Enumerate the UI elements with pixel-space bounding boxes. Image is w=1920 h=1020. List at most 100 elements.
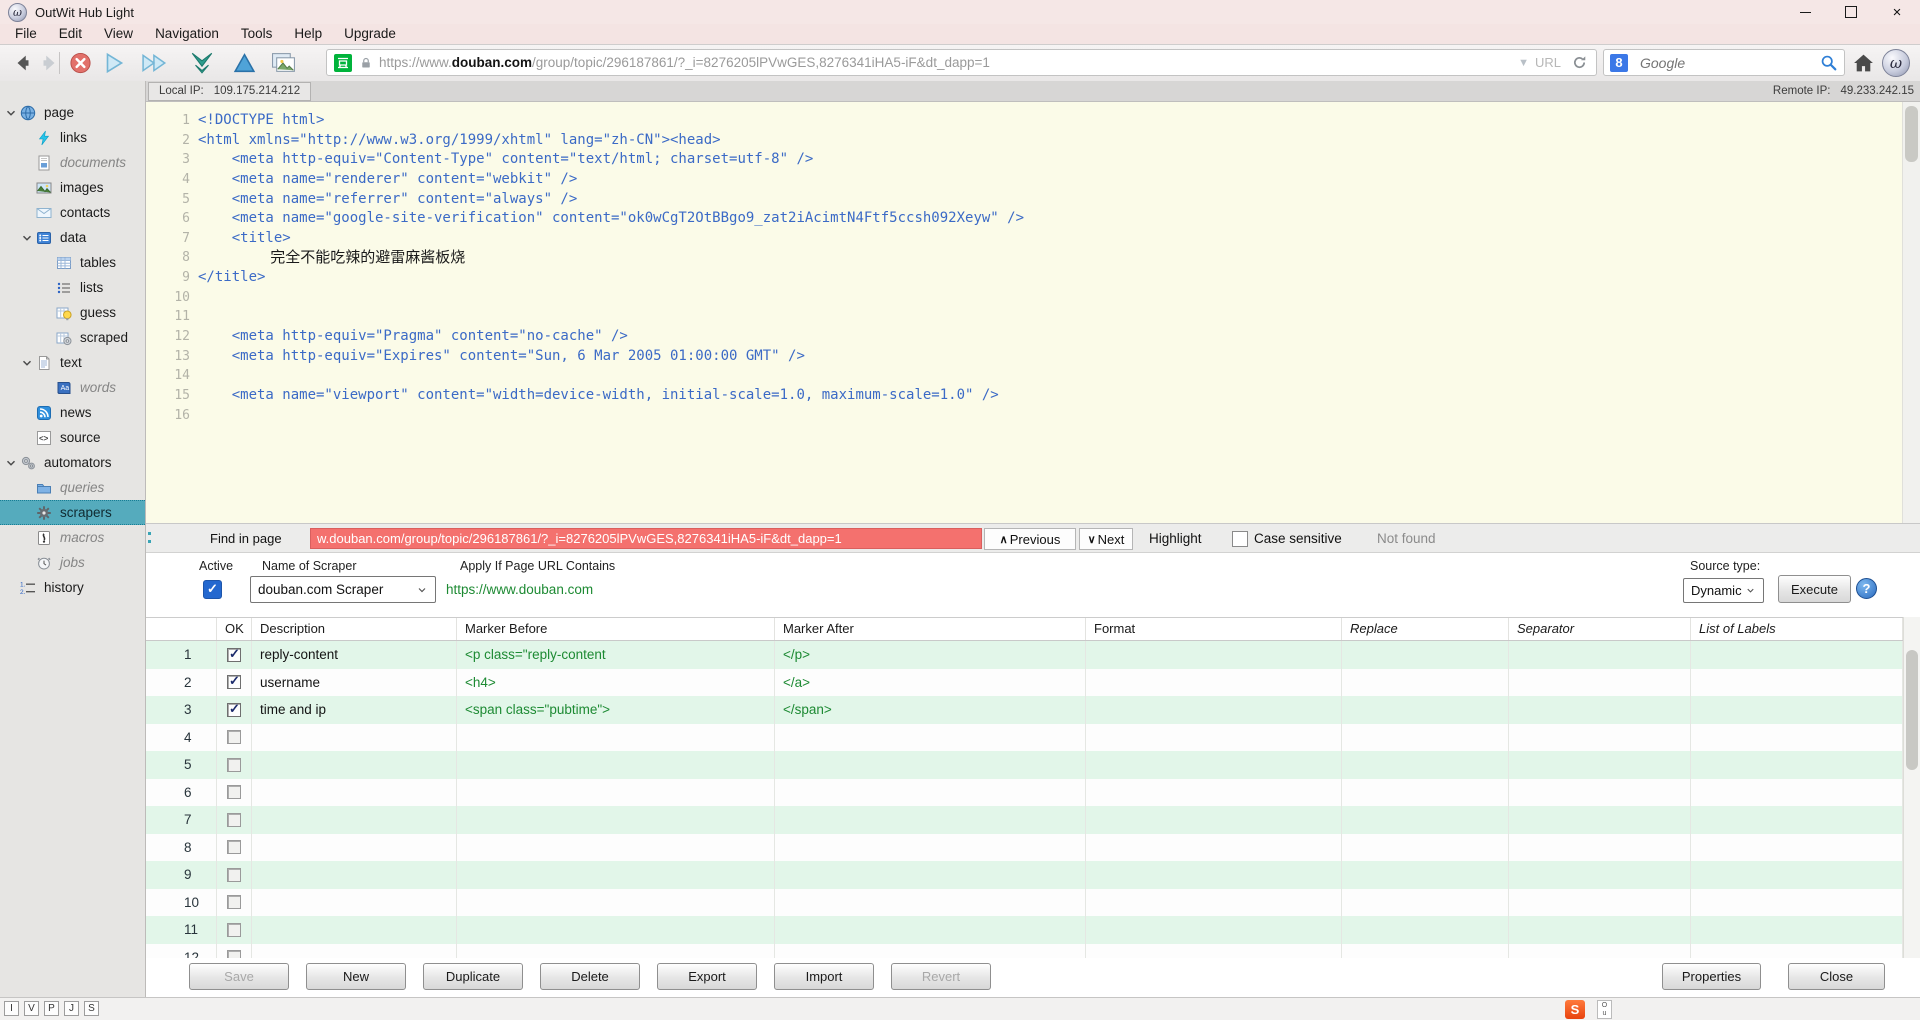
table-row-10[interactable]: 10 bbox=[146, 889, 1903, 917]
search-box[interactable]: 8 bbox=[1603, 49, 1845, 76]
sidebar-item-page[interactable]: page bbox=[0, 100, 145, 125]
format-cell[interactable] bbox=[1086, 889, 1342, 917]
labels-cell[interactable] bbox=[1691, 806, 1903, 834]
description-cell[interactable] bbox=[252, 779, 457, 807]
format-cell[interactable] bbox=[1086, 806, 1342, 834]
source-scrollbar-thumb[interactable] bbox=[1905, 106, 1918, 162]
marker-before-cell[interactable]: <p class="reply-content bbox=[457, 641, 775, 669]
separator-cell[interactable] bbox=[1509, 751, 1691, 779]
marker-before-cell[interactable] bbox=[457, 724, 775, 752]
marker-before-cell[interactable] bbox=[457, 751, 775, 779]
marker-before-cell[interactable] bbox=[457, 889, 775, 917]
labels-cell[interactable] bbox=[1691, 861, 1903, 889]
table-row-3[interactable]: 3time and ip<span class="pubtime"></span… bbox=[146, 696, 1903, 724]
status-box-s[interactable]: S bbox=[84, 1001, 99, 1016]
labels-cell[interactable] bbox=[1691, 834, 1903, 862]
sidebar-item-automators[interactable]: automators bbox=[0, 450, 145, 475]
description-cell[interactable]: time and ip bbox=[252, 696, 457, 724]
expander-icon[interactable] bbox=[4, 456, 20, 470]
replace-cell[interactable] bbox=[1342, 889, 1509, 917]
table-row-2[interactable]: 2username<h4></a> bbox=[146, 669, 1903, 697]
marker-before-cell[interactable] bbox=[457, 806, 775, 834]
close-button[interactable]: Close bbox=[1788, 963, 1885, 990]
sidebar-item-text[interactable]: text bbox=[0, 350, 145, 375]
replace-cell[interactable] bbox=[1342, 806, 1509, 834]
replace-cell[interactable] bbox=[1342, 641, 1509, 669]
column-header-replace[interactable]: Replace bbox=[1342, 618, 1509, 640]
row-checkbox[interactable] bbox=[227, 950, 241, 958]
labels-cell[interactable] bbox=[1691, 669, 1903, 697]
table-row-5[interactable]: 5 bbox=[146, 751, 1903, 779]
labels-cell[interactable] bbox=[1691, 724, 1903, 752]
row-checkbox[interactable] bbox=[227, 675, 241, 689]
scraper-name-select[interactable]: douban.com Scraper bbox=[250, 576, 436, 603]
maximize-button[interactable] bbox=[1828, 0, 1874, 24]
separator-cell[interactable] bbox=[1509, 641, 1691, 669]
minimize-button[interactable] bbox=[1782, 0, 1828, 24]
marker-before-cell[interactable] bbox=[457, 916, 775, 944]
format-cell[interactable] bbox=[1086, 751, 1342, 779]
replace-cell[interactable] bbox=[1342, 669, 1509, 697]
close-window-button[interactable]: × bbox=[1874, 0, 1920, 24]
highlight-button[interactable]: Highlight bbox=[1149, 531, 1202, 546]
empty-up-icon[interactable] bbox=[231, 51, 258, 76]
url-dropdown-icon[interactable]: ▼ bbox=[1518, 57, 1529, 69]
format-cell[interactable] bbox=[1086, 916, 1342, 944]
row-checkbox[interactable] bbox=[227, 730, 241, 744]
execute-button[interactable]: Execute bbox=[1778, 575, 1851, 603]
marker-after-cell[interactable] bbox=[775, 751, 1086, 779]
menu-item-help[interactable]: Help bbox=[283, 24, 333, 44]
status-box-i[interactable]: I bbox=[4, 1001, 19, 1016]
table-row-12[interactable]: 12 bbox=[146, 944, 1903, 959]
description-cell[interactable] bbox=[252, 806, 457, 834]
marker-before-cell[interactable]: <h4> bbox=[457, 669, 775, 697]
duplicate-button[interactable]: Duplicate bbox=[423, 963, 523, 990]
sidebar-item-scraped[interactable]: scraped bbox=[0, 325, 145, 350]
stop-icon[interactable] bbox=[69, 52, 92, 75]
row-checkbox[interactable] bbox=[227, 703, 241, 717]
replace-cell[interactable] bbox=[1342, 696, 1509, 724]
labels-cell[interactable] bbox=[1691, 916, 1903, 944]
images-view-icon[interactable] bbox=[270, 51, 298, 76]
outwit-logo-icon[interactable]: ω bbox=[1882, 49, 1910, 77]
marker-after-cell[interactable] bbox=[775, 806, 1086, 834]
sidebar-item-data[interactable]: data bbox=[0, 225, 145, 250]
description-cell[interactable] bbox=[252, 944, 457, 959]
menu-item-edit[interactable]: Edit bbox=[48, 24, 93, 44]
menu-item-navigation[interactable]: Navigation bbox=[144, 24, 230, 44]
sidebar-item-contacts[interactable]: contacts bbox=[0, 200, 145, 225]
sidebar-item-tables[interactable]: tables bbox=[0, 250, 145, 275]
description-cell[interactable] bbox=[252, 751, 457, 779]
url-text[interactable]: https://www.douban.com/group/topic/29618… bbox=[379, 55, 1518, 70]
sidebar-item-scrapers[interactable]: scrapers bbox=[0, 500, 145, 525]
row-checkbox[interactable] bbox=[227, 923, 241, 937]
menu-item-view[interactable]: View bbox=[93, 24, 144, 44]
source-view[interactable]: 1<!DOCTYPE html>2<html xmlns="http://www… bbox=[146, 102, 1920, 523]
row-checkbox[interactable] bbox=[227, 895, 241, 909]
column-header-separator[interactable]: Separator bbox=[1509, 618, 1691, 640]
replace-cell[interactable] bbox=[1342, 944, 1509, 959]
tray-icon-s[interactable]: S bbox=[1565, 1000, 1585, 1019]
expander-icon[interactable] bbox=[4, 106, 20, 120]
description-cell[interactable] bbox=[252, 916, 457, 944]
labels-cell[interactable] bbox=[1691, 779, 1903, 807]
separator-cell[interactable] bbox=[1509, 861, 1691, 889]
description-cell[interactable] bbox=[252, 861, 457, 889]
expander-icon[interactable] bbox=[20, 356, 36, 370]
refresh-icon[interactable] bbox=[1571, 54, 1588, 71]
tray-icon-outwit-mini[interactable]: O u bbox=[1597, 1000, 1612, 1019]
column-header-ok[interactable]: OK bbox=[217, 618, 252, 640]
marker-before-cell[interactable] bbox=[457, 861, 775, 889]
search-input[interactable] bbox=[1638, 54, 1820, 72]
sidebar-item-news[interactable]: news bbox=[0, 400, 145, 425]
sidebar-item-queries[interactable]: queries bbox=[0, 475, 145, 500]
format-cell[interactable] bbox=[1086, 779, 1342, 807]
forward-icon[interactable] bbox=[38, 52, 60, 74]
column-header-marker-after[interactable]: Marker After bbox=[775, 618, 1086, 640]
separator-cell[interactable] bbox=[1509, 944, 1691, 959]
table-row-4[interactable]: 4 bbox=[146, 724, 1903, 752]
table-scrollbar-thumb[interactable] bbox=[1906, 650, 1918, 770]
properties-button[interactable]: Properties bbox=[1662, 963, 1761, 990]
sidebar-item-links[interactable]: links bbox=[0, 125, 145, 150]
separator-cell[interactable] bbox=[1509, 806, 1691, 834]
